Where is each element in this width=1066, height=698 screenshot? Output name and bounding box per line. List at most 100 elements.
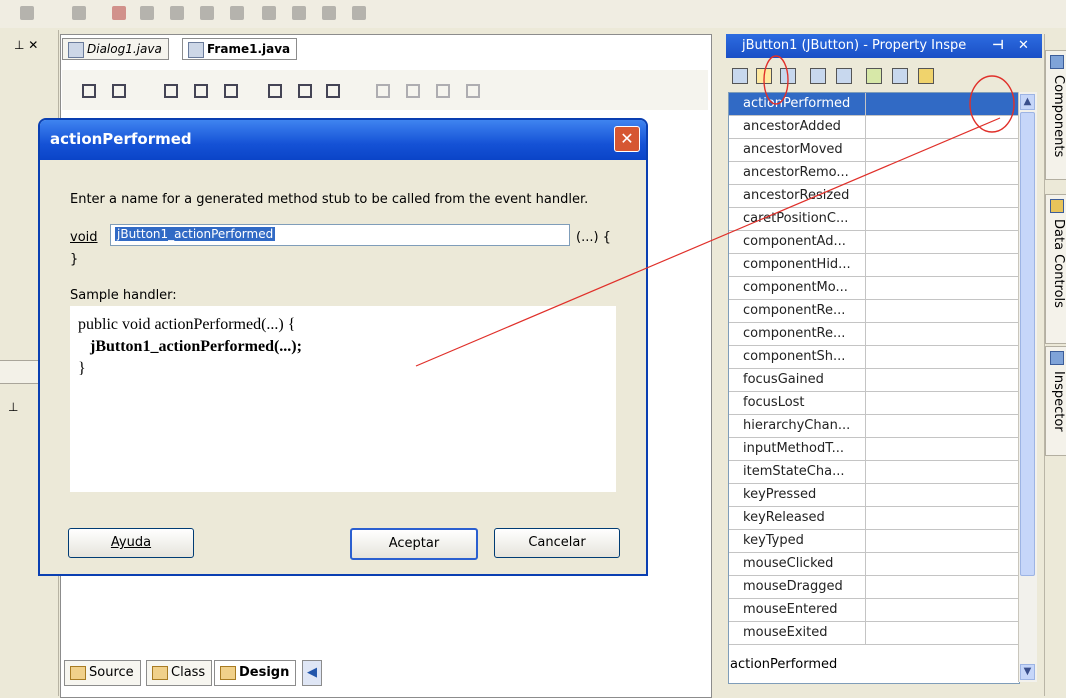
event-handler-cell[interactable] [865,622,1019,644]
scroll-thumb[interactable] [1020,112,1035,576]
align-icon[interactable] [82,84,96,98]
events-icon[interactable] [756,68,772,84]
wand-icon[interactable] [866,68,882,84]
list-icon[interactable] [810,68,826,84]
event-row[interactable]: componentRe... [729,300,1019,323]
event-handler-cell[interactable] [865,93,1019,115]
tab-dialog1[interactable]: Dialog1.java [62,38,169,60]
tool-icon[interactable] [200,6,214,20]
tool-icon[interactable] [292,6,306,20]
event-row[interactable]: componentAd... [729,231,1019,254]
align-right-icon[interactable] [224,84,238,98]
event-row[interactable]: componentHid... [729,254,1019,277]
tab-inspector[interactable]: Inspector [1045,346,1066,456]
event-handler-cell[interactable] [865,277,1019,299]
event-handler-cell[interactable] [865,369,1019,391]
dialog-title-bar[interactable]: actionPerformed ✕ [40,120,646,160]
tool-icon[interactable] [20,6,34,20]
tab-source[interactable]: Source [64,660,141,686]
event-handler-cell[interactable] [865,323,1019,345]
distribute-icon[interactable] [466,84,480,98]
pin-close-icon[interactable]: ⊥ ✕ [14,38,38,52]
scroll-left-arrow-icon[interactable]: ◀ [302,660,322,686]
event-row[interactable]: mouseExited [729,622,1019,645]
distribute-icon[interactable] [436,84,450,98]
event-row[interactable]: keyReleased [729,507,1019,530]
event-row[interactable]: ancestorMoved [729,139,1019,162]
event-handler-cell[interactable] [865,392,1019,414]
align-left-icon[interactable] [164,84,178,98]
distribute-icon[interactable] [376,84,390,98]
pin-icon[interactable]: ⊣ [992,34,1004,58]
event-row[interactable]: keyPressed [729,484,1019,507]
event-list-scrollbar[interactable]: ▲ ▼ [1018,92,1037,682]
event-row[interactable]: actionPerformed [729,93,1019,116]
event-row[interactable]: inputMethodT... [729,438,1019,461]
align-icon[interactable] [112,84,126,98]
event-handler-cell[interactable] [865,576,1019,598]
align-top-icon[interactable] [268,84,282,98]
event-handler-cell[interactable] [865,507,1019,529]
event-row[interactable]: mouseDragged [729,576,1019,599]
event-handler-cell[interactable] [865,461,1019,483]
event-handler-cell[interactable] [865,162,1019,184]
event-handler-cell[interactable] [865,599,1019,621]
tool-icon[interactable] [170,6,184,20]
event-row[interactable]: caretPositionC... [729,208,1019,231]
event-row[interactable]: hierarchyChan... [729,415,1019,438]
sort-icon[interactable] [918,68,934,84]
event-handler-cell[interactable] [865,415,1019,437]
tab-class[interactable]: Class [146,660,213,686]
event-row[interactable]: itemStateCha... [729,461,1019,484]
event-row[interactable]: keyTyped [729,530,1019,553]
event-handler-cell[interactable] [865,530,1019,552]
cancel-button[interactable]: Cancelar [494,528,620,558]
event-row[interactable]: mouseClicked [729,553,1019,576]
distribute-icon[interactable] [406,84,420,98]
tab-components[interactable]: Components [1045,50,1066,180]
inspector-title-bar[interactable]: jButton1 (JButton) - Property Inspe ⊣ ✕ [726,34,1042,58]
tab-frame1[interactable]: Frame1.java [182,38,298,60]
event-row[interactable]: focusLost [729,392,1019,415]
event-handler-cell[interactable] [865,254,1019,276]
event-row[interactable]: ancestorRemo... [729,162,1019,185]
align-center-icon[interactable] [194,84,208,98]
edit-icon[interactable] [780,68,796,84]
event-row[interactable]: ancestorAdded [729,116,1019,139]
ok-button[interactable]: Aceptar [350,528,478,560]
event-handler-cell[interactable] [865,139,1019,161]
tool-icon[interactable] [352,6,366,20]
event-handler-cell[interactable] [865,208,1019,230]
tool-icon[interactable] [140,6,154,20]
event-handler-cell[interactable] [865,438,1019,460]
event-handler-cell[interactable] [865,346,1019,368]
tab-design[interactable]: Design [214,660,297,686]
tool-icon[interactable] [262,6,276,20]
event-handler-cell[interactable] [865,553,1019,575]
event-handler-cell[interactable] [865,300,1019,322]
tool-icon[interactable] [230,6,244,20]
event-handler-cell[interactable] [865,231,1019,253]
copy-icon[interactable] [892,68,908,84]
event-handler-cell[interactable] [865,116,1019,138]
event-row[interactable]: componentSh... [729,346,1019,369]
event-row[interactable]: componentRe... [729,323,1019,346]
event-row[interactable]: focusGained [729,369,1019,392]
event-handler-cell[interactable] [865,185,1019,207]
tab-data-controls[interactable]: Data Controls [1045,194,1066,344]
tool-icon[interactable] [322,6,336,20]
method-name-input[interactable]: jButton1_actionPerformed [110,224,570,246]
event-row[interactable]: ancestorResized [729,185,1019,208]
event-row[interactable]: mouseEntered [729,599,1019,622]
properties-icon[interactable] [732,68,748,84]
align-middle-icon[interactable] [298,84,312,98]
tool-icon[interactable] [72,6,86,20]
align-bottom-icon[interactable] [326,84,340,98]
close-icon[interactable]: ✕ [1018,34,1029,58]
filter-icon[interactable] [836,68,852,84]
help-button[interactable]: Ayuda [68,528,194,558]
event-row[interactable]: componentMo... [729,277,1019,300]
event-handler-cell[interactable] [865,484,1019,506]
pin-icon[interactable]: ⊥ [8,400,18,414]
scroll-up-icon[interactable]: ▲ [1020,94,1035,110]
